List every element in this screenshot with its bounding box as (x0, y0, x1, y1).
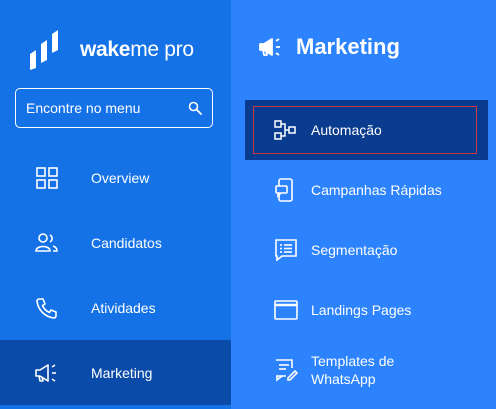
brand-name: wakeme pro (80, 38, 194, 61)
wakeme-logo-icon (30, 30, 58, 70)
browser-window-icon (273, 297, 299, 323)
page-title: Marketing (296, 34, 400, 59)
submenu-item-label: Templates de WhatsApp (311, 353, 395, 387)
search-placeholder: Encontre no menu (26, 100, 141, 116)
sidebar-item-label: Overview (91, 169, 150, 186)
sidebar-item-label: Atividades (91, 299, 156, 316)
list-chat-icon (273, 237, 299, 263)
menu-search-input[interactable]: Encontre no menu (15, 88, 213, 128)
mobile-message-icon (273, 177, 299, 203)
submenu-item-label: Campanhas Rápidas (311, 182, 442, 198)
grid-icon (34, 165, 60, 191)
flow-icon (273, 117, 299, 143)
submenu-item-label: Segmentação (311, 242, 398, 258)
sidebar-item-label: Candidatos (91, 234, 162, 251)
sidebar-nav: Overview Candidatos Atividades Marketing (0, 145, 231, 405)
marketing-submenu-panel: Marketing Automação Campanhas Rápidas Se… (231, 0, 496, 409)
brand-logo[interactable]: wakeme pro (26, 30, 194, 70)
panel-header: Marketing (258, 34, 400, 60)
template-edit-icon (273, 357, 299, 383)
submenu-item-templates-whatsapp[interactable]: Templates de WhatsApp (245, 340, 488, 400)
sidebar: wakeme pro Encontre no menu Overview Can… (0, 0, 231, 409)
megaphone-icon (34, 360, 60, 386)
megaphone-icon (259, 38, 280, 56)
search-icon[interactable] (188, 101, 202, 115)
submenu-item-landings-pages[interactable]: Landings Pages (245, 280, 488, 340)
users-icon (34, 230, 60, 256)
sidebar-item-overview[interactable]: Overview (0, 145, 231, 210)
submenu-item-label: Landings Pages (311, 302, 412, 318)
submenu-item-label: Automação (311, 122, 382, 138)
submenu-list: Automação Campanhas Rápidas Segmentação … (245, 100, 488, 400)
submenu-item-automacao[interactable]: Automação (245, 100, 488, 160)
sidebar-item-marketing[interactable]: Marketing (0, 340, 231, 405)
phone-icon (34, 295, 60, 321)
submenu-item-segmentacao[interactable]: Segmentação (245, 220, 488, 280)
sidebar-item-atividades[interactable]: Atividades (0, 275, 231, 340)
sidebar-item-candidatos[interactable]: Candidatos (0, 210, 231, 275)
sidebar-item-label: Marketing (91, 364, 153, 381)
submenu-item-campanhas-rapidas[interactable]: Campanhas Rápidas (245, 160, 488, 220)
